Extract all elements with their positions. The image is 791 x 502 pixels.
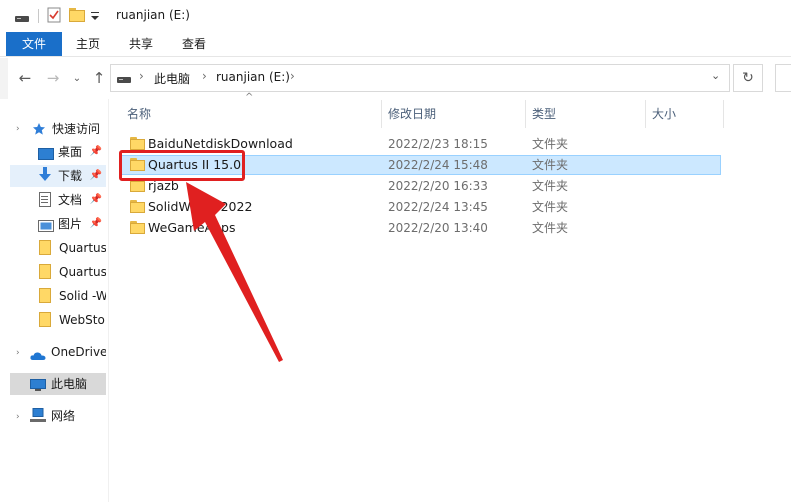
annotation-arrow-icon bbox=[186, 182, 283, 362]
